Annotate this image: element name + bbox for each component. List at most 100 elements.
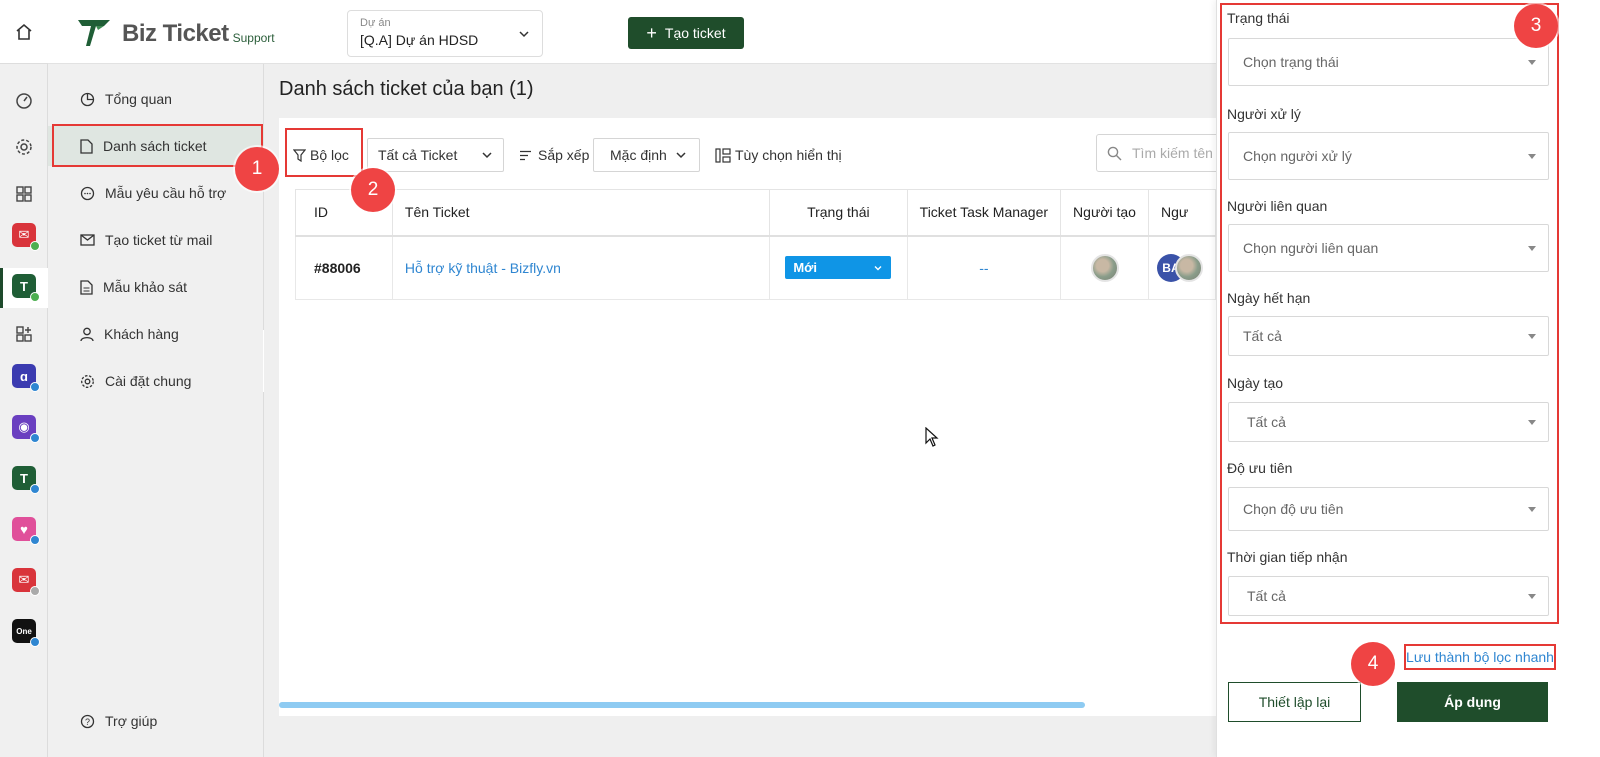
- sidebar-item-overview[interactable]: Tổng quan: [48, 79, 264, 119]
- caret-down-icon: [1528, 59, 1536, 65]
- reset-button[interactable]: Thiết lập lại: [1228, 682, 1361, 722]
- sidebar-item-label: Tổng quan: [105, 91, 172, 107]
- filter-label-receive-time: Thời gian tiếp nhận: [1227, 549, 1348, 565]
- project-value: [Q.A] Dự án HDSD: [360, 32, 479, 48]
- onex-app-icon[interactable]: One: [12, 619, 40, 647]
- top-bar: Biz Ticket Support Dự án [Q.A] Dự án HDS…: [48, 0, 1216, 64]
- column-header-assignee[interactable]: Ngư: [1147, 189, 1217, 237]
- filter-panel: Trạng thái Chọn trạng thái Người xử lý C…: [1216, 0, 1600, 757]
- chevron-down-icon: [874, 265, 882, 271]
- sort-icon: [520, 150, 531, 160]
- column-header-name[interactable]: Tên Ticket: [391, 189, 771, 237]
- caret-down-icon: [1528, 506, 1536, 512]
- logo-name: Biz Ticket: [122, 20, 229, 47]
- filter-status-select[interactable]: Chọn trạng thái: [1228, 38, 1549, 86]
- step-badge-4: 4: [1351, 642, 1395, 686]
- page-title: Danh sách ticket của bạn (1): [279, 78, 534, 100]
- sidebar-item-label: Mẫu yêu cầu hỗ trợ: [105, 185, 227, 201]
- apps-add-icon[interactable]: [12, 322, 36, 346]
- app-icon[interactable]: ɑ: [12, 364, 40, 392]
- bizticket-app-icon-2[interactable]: T: [12, 466, 40, 494]
- column-header-task-manager[interactable]: Ticket Task Manager: [906, 189, 1062, 237]
- ticket-scope-value: Tất cả Ticket: [378, 147, 458, 163]
- mouse-cursor-icon: [925, 427, 939, 447]
- svg-text:?: ?: [85, 717, 90, 727]
- user-icon: [80, 327, 94, 341]
- search-input[interactable]: Tìm kiếm tên: [1096, 134, 1226, 172]
- filter-label: Bộ lọc: [310, 147, 349, 163]
- sidebar-item-customers[interactable]: Khách hàng: [48, 314, 264, 354]
- app-rail: ✉ T ɑ ◉ T ♥ ✉ One: [0, 0, 48, 757]
- display-options-button[interactable]: Tùy chọn hiển thị: [715, 138, 842, 172]
- ticket-name-cell: Hỗ trợ kỹ thuật - Bizfly.vn: [391, 235, 771, 300]
- sidebar-item-support-templates[interactable]: Mẫu yêu cầu hỗ trợ: [48, 173, 264, 213]
- filter-created-date-value: Tất cả: [1247, 414, 1286, 430]
- onex-label: One: [16, 626, 32, 636]
- gear-icon: [81, 374, 94, 388]
- sidebar-item-general-settings[interactable]: Cài đặt chung: [48, 361, 264, 401]
- grid-icon[interactable]: [12, 182, 36, 206]
- horizontal-scrollbar[interactable]: [279, 702, 1085, 708]
- table-row[interactable]: #88006 Hỗ trợ kỹ thuật - Bizfly.vn Mới -…: [295, 235, 1217, 300]
- settings-icon[interactable]: [12, 135, 36, 159]
- ticket-list-card: Bộ lọc Tất cả Ticket Sắp xếp Mặc định Tù…: [279, 118, 1226, 716]
- ticket-name-link[interactable]: Hỗ trợ kỹ thuật - Bizfly.vn: [405, 260, 561, 276]
- filter-related-select[interactable]: Chọn người liên quan: [1228, 224, 1549, 272]
- columns-icon: [715, 147, 731, 163]
- sidebar-item-ticket-list[interactable]: Danh sách ticket: [48, 126, 264, 166]
- table-header-row: ID Tên Ticket Trạng thái Ticket Task Man…: [295, 189, 1217, 237]
- display-options-label: Tùy chọn hiển thị: [735, 147, 842, 163]
- column-header-creator[interactable]: Người tạo: [1060, 189, 1149, 237]
- search-placeholder: Tìm kiếm tên: [1132, 145, 1213, 161]
- ticket-status-cell: Mới: [769, 235, 908, 300]
- assignee-avatar-photo[interactable]: [1174, 253, 1203, 282]
- sort-value: Mặc định: [610, 147, 667, 163]
- app-logo[interactable]: Biz Ticket Support: [76, 16, 275, 48]
- filter-related-value: Chọn người liên quan: [1243, 240, 1379, 256]
- step-badge-1: 1: [235, 147, 279, 191]
- bizticket-app-icon[interactable]: T: [12, 274, 40, 302]
- bizticket-logo-icon: [78, 20, 110, 46]
- create-ticket-label: Tạo ticket: [664, 25, 726, 41]
- pie-chart-icon: [80, 92, 95, 106]
- create-ticket-button[interactable]: + Tạo ticket: [628, 17, 744, 49]
- filter-created-date-select[interactable]: Tất cả: [1228, 402, 1549, 442]
- project-select[interactable]: Dự án [Q.A] Dự án HDSD: [347, 10, 543, 57]
- dashboard-icon[interactable]: [12, 88, 36, 112]
- filter-priority-value: Chọn độ ưu tiên: [1243, 501, 1344, 517]
- creator-avatar[interactable]: [1090, 253, 1119, 282]
- sidebar-item-label: Tạo ticket từ mail: [105, 232, 213, 248]
- sidebar-help[interactable]: ? Trợ giúp: [48, 701, 264, 741]
- filter-label-created-date: Ngày tạo: [1227, 375, 1284, 391]
- home-button[interactable]: [0, 0, 48, 64]
- column-header-status[interactable]: Trạng thái: [769, 189, 908, 237]
- filter-receive-time-select[interactable]: Tất cả: [1228, 576, 1549, 616]
- filter-label-related: Người liên quan: [1227, 198, 1328, 214]
- mail-app-icon[interactable]: ✉: [12, 223, 40, 251]
- apply-button[interactable]: Áp dụng: [1397, 682, 1548, 722]
- bot-app-icon[interactable]: ◉: [12, 415, 40, 443]
- caret-down-icon: [1528, 419, 1536, 425]
- ticket-scope-select[interactable]: Tất cả Ticket: [367, 138, 504, 172]
- task-manager-value: --: [906, 235, 1062, 300]
- sidebar: Tổng quan Danh sách ticket Mẫu yêu cầu h…: [48, 64, 264, 757]
- filter-button[interactable]: Bộ lọc: [293, 138, 349, 172]
- filter-handler-select[interactable]: Chọn người xử lý: [1228, 132, 1549, 180]
- sort-select[interactable]: Mặc định: [593, 138, 700, 172]
- project-label: Dự án: [360, 17, 391, 29]
- sidebar-item-label: Khách hàng: [104, 326, 179, 342]
- filter-receive-time-value: Tất cả: [1247, 588, 1286, 604]
- sidebar-item-survey-templates[interactable]: Mẫu khảo sát: [48, 267, 264, 307]
- survey-icon: [80, 279, 93, 295]
- step-badge-2: 2: [351, 168, 395, 212]
- status-dropdown[interactable]: Mới: [785, 256, 892, 280]
- sidebar-item-label: Danh sách ticket: [103, 138, 207, 154]
- status-value: Mới: [793, 260, 818, 276]
- filter-due-date-select[interactable]: Tất cả: [1228, 316, 1549, 356]
- logo-sub: Support: [232, 31, 275, 45]
- heart-app-icon[interactable]: ♥: [12, 517, 40, 545]
- save-quick-filter-link[interactable]: Lưu thành bộ lọc nhanh: [1404, 644, 1556, 670]
- mail-app-icon-2[interactable]: ✉: [12, 568, 40, 596]
- filter-priority-select[interactable]: Chọn độ ưu tiên: [1228, 487, 1549, 531]
- sidebar-item-ticket-from-mail[interactable]: Tạo ticket từ mail: [48, 220, 264, 260]
